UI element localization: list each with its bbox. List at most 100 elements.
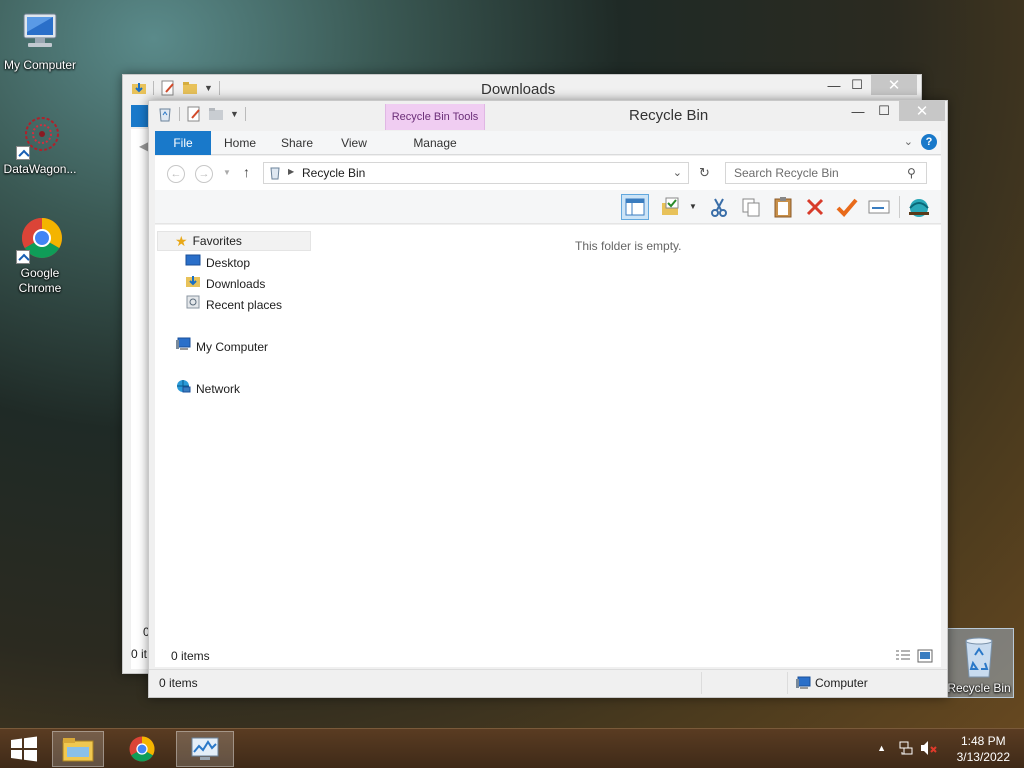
tab-share[interactable]: Share <box>273 131 321 155</box>
refresh-button[interactable]: ↻ <box>699 165 710 181</box>
status-bar: 0 items <box>155 645 941 667</box>
cut-icon[interactable] <box>705 194 733 220</box>
recycle-bin-titlebar[interactable]: ▼ Recycle Bin — ☐ ✕ <box>149 101 947 129</box>
recent-locations-icon[interactable]: ▼ <box>223 168 231 177</box>
tab-manage[interactable]: Manage <box>385 131 485 155</box>
search-icon[interactable]: ⚲ <box>907 166 916 180</box>
shell-globe-icon[interactable] <box>905 194 933 220</box>
show-hidden-icons-icon[interactable]: ▲ <box>877 743 886 753</box>
taskbar-google-chrome[interactable] <box>116 731 168 767</box>
window-title: Downloads <box>481 81 556 98</box>
address-row: ← → ▼ ↑ ▶ Recycle Bin ⌄ ↻ Search Recycle… <box>155 156 941 190</box>
taskbar-resource-monitor[interactable] <box>176 731 234 767</box>
taskbar-file-explorer[interactable] <box>52 731 104 767</box>
recent-places-icon <box>185 294 201 316</box>
chrome-icon <box>16 216 64 264</box>
shortcut-arrow-icon <box>16 146 30 160</box>
properties-box-icon[interactable] <box>865 194 893 220</box>
select-dropdown-icon[interactable]: ▼ <box>689 202 697 211</box>
file-explorer-icon <box>62 738 94 762</box>
back-arrow-icon: ◀ <box>139 139 149 153</box>
recycle-bin-small-icon[interactable] <box>157 106 173 122</box>
select-folder-icon[interactable] <box>657 194 685 220</box>
back-status-edge: 0 it <box>131 647 148 661</box>
item-count: 0 items <box>171 649 210 663</box>
navigation-pane: ★ Favorites Desktop Downloads Recent pla… <box>155 225 315 645</box>
nav-item-downloads[interactable]: Downloads <box>185 274 265 294</box>
properties-icon[interactable] <box>160 80 176 96</box>
volume-muted-icon[interactable] <box>920 740 938 759</box>
breadcrumb-chevron-icon[interactable]: ▶ <box>288 167 294 176</box>
desktop-icon-recycle-bin[interactable]: Recycle Bin <box>944 628 1014 698</box>
ribbon-tabs: File Home Share View Manage ⌄ ? <box>155 131 941 155</box>
copy-icon[interactable] <box>737 194 765 220</box>
recycle-bin-small-icon <box>268 166 282 183</box>
breadcrumb[interactable]: Recycle Bin <box>302 166 365 180</box>
network-icon <box>175 378 191 400</box>
quick-access-toolbar: ▼ <box>157 106 246 122</box>
downloads-icon <box>185 273 201 295</box>
desktop-icon-datawagon[interactable]: DataWagon... <box>0 112 80 176</box>
folder-down-icon[interactable] <box>131 80 147 96</box>
nav-item-label: Downloads <box>206 277 266 291</box>
new-folder-icon[interactable] <box>208 106 224 122</box>
qat-dropdown-icon[interactable]: ▼ <box>230 109 239 119</box>
network-tray-icon[interactable] <box>898 740 914 759</box>
forward-button[interactable]: → <box>195 165 213 183</box>
recycle-bin-icon <box>959 633 999 679</box>
qat-dropdown-icon[interactable]: ▼ <box>204 83 213 93</box>
recycle-bin-tools-header: Recycle Bin Tools <box>385 104 485 130</box>
separator <box>153 81 154 95</box>
separator <box>218 81 220 95</box>
status-divider <box>787 672 788 694</box>
downloads-titlebar[interactable]: ▼ Downloads — ☐ ✕ <box>123 75 921 103</box>
preview-pane-button[interactable] <box>621 194 649 220</box>
nav-item-label: Favorites <box>192 234 242 248</box>
windows-logo-icon <box>11 736 37 762</box>
large-icons-view-icon[interactable] <box>917 649 933 666</box>
paste-icon[interactable] <box>769 194 797 220</box>
taskbar: ▲ 1:48 PM 3/13/2022 <box>0 728 1024 768</box>
properties-icon[interactable] <box>186 106 202 122</box>
back-button[interactable]: ← <box>167 165 185 183</box>
nav-item-recent-places[interactable]: Recent places <box>185 295 282 315</box>
rename-check-icon[interactable] <box>833 194 861 220</box>
close-button[interactable]: ✕ <box>871 75 917 95</box>
datawagon-icon <box>16 112 64 160</box>
address-bar[interactable]: ▶ Recycle Bin ⌄ <box>263 162 689 184</box>
star-icon: ★ <box>175 233 188 249</box>
nav-item-desktop[interactable]: Desktop <box>185 253 250 273</box>
clock-date: 3/13/2022 <box>956 750 1010 764</box>
nav-item-network[interactable]: Network <box>175 379 240 399</box>
system-clock[interactable]: 1:48 PM 3/13/2022 <box>957 733 1010 765</box>
tab-file[interactable]: File <box>155 131 211 155</box>
desktop-icon-my-computer[interactable]: My Computer <box>0 8 80 72</box>
nav-item-favorites[interactable]: ★ Favorites <box>175 231 242 251</box>
file-list-area[interactable]: This folder is empty. <box>315 225 941 645</box>
recycle-bin-window[interactable]: ▼ Recycle Bin — ☐ ✕ Recycle Bin Tools Fi… <box>148 100 948 698</box>
search-input[interactable]: Search Recycle Bin <box>725 162 927 184</box>
separator <box>899 196 900 218</box>
delete-icon[interactable] <box>801 194 829 220</box>
start-button[interactable] <box>0 731 48 767</box>
help-icon[interactable]: ? <box>921 134 937 150</box>
new-folder-icon[interactable] <box>182 80 198 96</box>
desktop-icon-label: Recycle Bin <box>947 681 1011 695</box>
details-view-icon[interactable] <box>895 649 911 666</box>
tab-view[interactable]: View <box>331 131 377 155</box>
nav-item-label: My Computer <box>196 340 269 354</box>
desktop-icon-label: My Computer <box>3 58 77 72</box>
close-button[interactable]: ✕ <box>899 101 945 121</box>
expand-ribbon-icon[interactable]: ⌄ <box>904 135 913 148</box>
desktop-icon <box>185 253 201 273</box>
nav-item-my-computer[interactable]: My Computer <box>175 337 268 357</box>
monitor-chart-icon <box>191 737 219 760</box>
desktop-icon-google-chrome[interactable]: Google Chrome <box>0 216 80 296</box>
tab-home[interactable]: Home <box>217 131 263 155</box>
details-status-bar: 0 items Computer <box>149 669 947 697</box>
up-button[interactable]: ↑ <box>243 164 250 180</box>
quick-access-toolbar: ▼ <box>131 80 220 96</box>
outer-item-count: 0 items <box>159 676 198 690</box>
address-dropdown-icon[interactable]: ⌄ <box>673 166 682 179</box>
computer-small-icon <box>795 675 811 694</box>
